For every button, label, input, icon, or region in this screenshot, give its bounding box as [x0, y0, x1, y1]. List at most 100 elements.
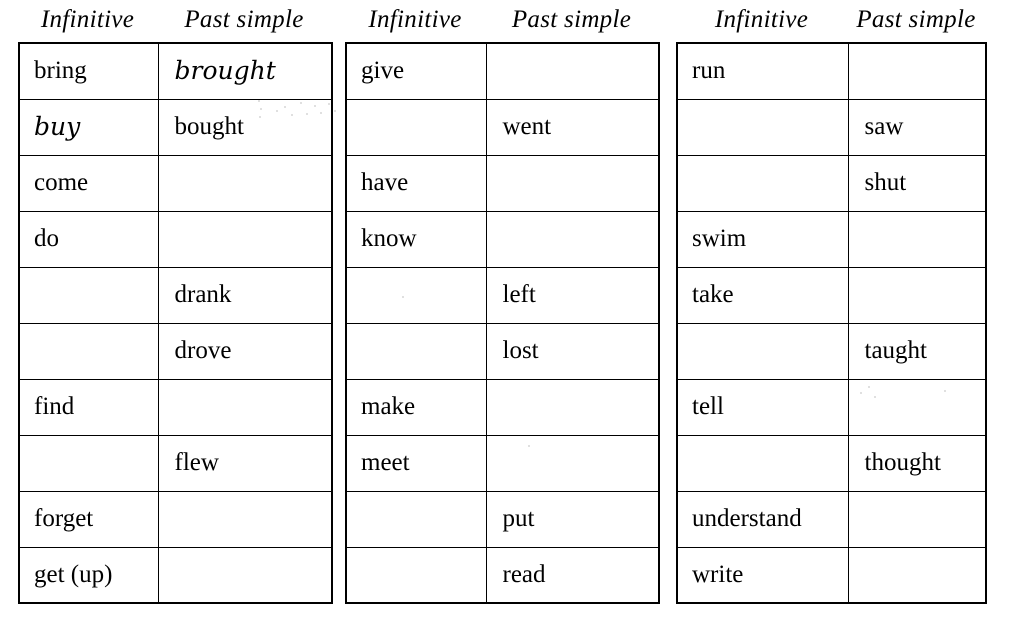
irregular-verbs-worksheet: Infinitive Past simple bring brought buy bo…: [0, 0, 1024, 624]
past-simple-cell[interactable]: went: [485, 98, 660, 156]
table-row: write: [676, 546, 987, 604]
table-row: have: [345, 154, 660, 212]
past-simple-cell[interactable]: [847, 266, 987, 324]
past-simple-cell[interactable]: [485, 42, 660, 100]
past-simple-cell[interactable]: [157, 154, 333, 212]
infinitive-cell[interactable]: take: [676, 266, 849, 324]
past-simple-cell[interactable]: [485, 378, 660, 436]
table-row: drove: [18, 322, 333, 380]
infinitive-cell[interactable]: come: [18, 154, 159, 212]
past-simple-cell[interactable]: drove: [157, 322, 333, 380]
past-simple-cell[interactable]: read: [485, 546, 660, 604]
infinitive-cell[interactable]: write: [676, 546, 849, 604]
infinitive-cell[interactable]: swim: [676, 210, 849, 268]
infinitive-cell[interactable]: [345, 266, 487, 324]
table-row: thought: [676, 434, 987, 492]
heading-infinitive-3: Infinitive: [714, 5, 809, 33]
past-simple-cell[interactable]: [847, 546, 987, 604]
table-row: saw: [676, 98, 987, 156]
heading-past-simple-3: Past simple: [856, 5, 976, 33]
table-row: taught: [676, 322, 987, 380]
table-row: make: [345, 378, 660, 436]
past-simple-cell[interactable]: shut: [847, 154, 987, 212]
table-row: forget: [18, 490, 333, 548]
infinitive-cell[interactable]: know: [345, 210, 487, 268]
past-simple-cell[interactable]: left: [485, 266, 660, 324]
infinitive-cell[interactable]: [676, 98, 849, 156]
past-simple-cell[interactable]: brought: [157, 42, 333, 100]
infinitive-cell[interactable]: [345, 546, 487, 604]
table-row: run: [676, 42, 987, 100]
infinitive-cell[interactable]: [345, 98, 487, 156]
table-row: bring brought: [18, 42, 333, 100]
heading-infinitive-2: Infinitive: [368, 5, 462, 33]
past-simple-cell[interactable]: thought: [847, 434, 987, 492]
heading-past-simple-2: Past simple: [511, 5, 632, 33]
infinitive-cell[interactable]: forget: [18, 490, 159, 548]
past-simple-cell[interactable]: taught: [847, 322, 987, 380]
table-row: flew: [18, 434, 333, 492]
infinitive-cell[interactable]: give: [345, 42, 487, 100]
infinitive-cell[interactable]: [676, 322, 849, 380]
past-simple-cell[interactable]: [847, 490, 987, 548]
past-simple-cell[interactable]: [847, 210, 987, 268]
past-simple-cell[interactable]: [485, 434, 660, 492]
past-simple-cell[interactable]: saw: [847, 98, 987, 156]
past-simple-cell[interactable]: [157, 210, 333, 268]
table-row: shut: [676, 154, 987, 212]
table-row: swim: [676, 210, 987, 268]
past-simple-cell[interactable]: flew: [157, 434, 333, 492]
infinitive-cell[interactable]: meet: [345, 434, 487, 492]
infinitive-cell[interactable]: [18, 434, 159, 492]
table-row: left: [345, 266, 660, 324]
past-simple-cell[interactable]: lost: [485, 322, 660, 380]
past-simple-cell[interactable]: [157, 378, 333, 436]
verb-table-body-2: give went have know left lost make meet put read: [345, 42, 660, 604]
verb-table-body-3: run saw shut swim take taught tell thought under…: [676, 42, 987, 604]
verb-table-body-1: bring brought buy bought come do drank drove fin…: [18, 42, 333, 604]
past-simple-cell[interactable]: bought: [157, 98, 333, 156]
infinitive-cell[interactable]: bring: [18, 42, 159, 100]
past-simple-cell[interactable]: [485, 154, 660, 212]
table-row: buy bought: [18, 98, 333, 156]
table-row: come: [18, 154, 333, 212]
table-row: went: [345, 98, 660, 156]
table-row: know: [345, 210, 660, 268]
table-row: meet: [345, 434, 660, 492]
infinitive-cell[interactable]: [18, 322, 159, 380]
infinitive-cell[interactable]: have: [345, 154, 487, 212]
verb-table-block-3: Infinitive Past simple run saw shut swim tak…: [676, 0, 987, 604]
past-simple-cell[interactable]: [847, 378, 987, 436]
infinitive-cell[interactable]: [345, 322, 487, 380]
past-simple-cell[interactable]: drank: [157, 266, 333, 324]
infinitive-cell[interactable]: do: [18, 210, 159, 268]
past-simple-cell[interactable]: [157, 546, 333, 604]
table-row: tell: [676, 378, 987, 436]
heading-infinitive-1: Infinitive: [40, 5, 135, 33]
past-simple-cell[interactable]: [847, 42, 987, 100]
past-simple-cell[interactable]: [485, 210, 660, 268]
verb-table-3: run saw shut swim take taught tell thought under…: [676, 42, 987, 604]
table-row: get (up): [18, 546, 333, 604]
table-row: lost: [345, 322, 660, 380]
infinitive-cell[interactable]: tell: [676, 378, 849, 436]
infinitive-cell[interactable]: [676, 434, 849, 492]
infinitive-cell[interactable]: [676, 154, 849, 212]
column-headings-2: Infinitive Past simple: [345, 0, 658, 42]
table-row: put: [345, 490, 660, 548]
infinitive-cell[interactable]: run: [676, 42, 849, 100]
table-row: give: [345, 42, 660, 100]
infinitive-cell[interactable]: [18, 266, 159, 324]
infinitive-cell[interactable]: understand: [676, 490, 849, 548]
verb-table-block-2: Infinitive Past simple give went have know l…: [345, 0, 660, 604]
past-simple-cell[interactable]: [157, 490, 333, 548]
infinitive-cell[interactable]: buy: [18, 98, 159, 156]
table-row: understand: [676, 490, 987, 548]
verb-table-1: bring brought buy bought come do drank drove fin…: [18, 42, 333, 604]
table-row: drank: [18, 266, 333, 324]
infinitive-cell[interactable]: find: [18, 378, 159, 436]
infinitive-cell[interactable]: [345, 490, 487, 548]
past-simple-cell[interactable]: put: [485, 490, 660, 548]
infinitive-cell[interactable]: get (up): [18, 546, 159, 604]
infinitive-cell[interactable]: make: [345, 378, 487, 436]
